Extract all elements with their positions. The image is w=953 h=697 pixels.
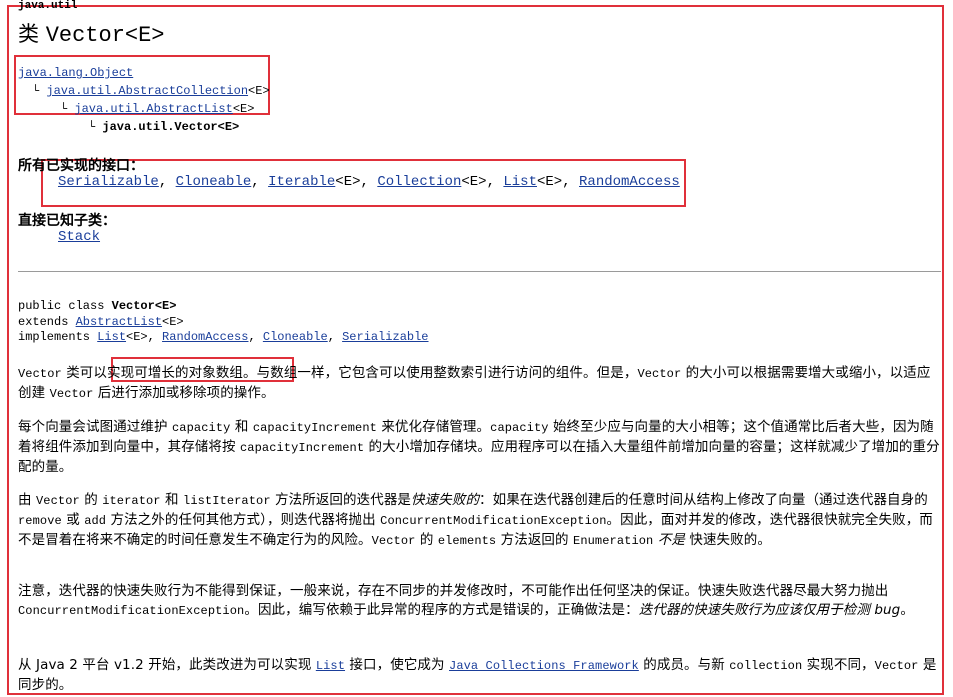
section-divider <box>18 271 941 272</box>
description-paragraph-3: 由 Vector 的 iterator 和 listIterator 方法所返回… <box>18 492 933 548</box>
class-title-prefix: 类 <box>18 22 39 46</box>
hierarchy-item-object: java.lang.Object <box>18 66 133 80</box>
interface-link-iterable[interactable]: Iterable <box>268 174 335 190</box>
signature-line-extends: extends AbstractList<E> <box>18 315 184 329</box>
interface-link-collection[interactable]: Collection <box>377 174 461 190</box>
interface-link-randomaccess[interactable]: RandomAccess <box>579 174 680 190</box>
signature-line-class: public class Vector<E> <box>18 299 177 313</box>
hierarchy-current-class: java.util.Vector<E> <box>102 120 240 134</box>
hierarchy-item-vector: └ java.util.Vector<E> <box>88 120 239 134</box>
signature-link-serializable[interactable]: Serializable <box>342 330 428 344</box>
tree-elbow-icon: └ <box>88 120 96 134</box>
hierarchy-generic: <E> <box>232 102 255 116</box>
link-list[interactable]: List <box>316 659 345 673</box>
hierarchy-link-abstractcollection[interactable]: java.util.AbstractCollection <box>46 84 248 98</box>
hierarchy-item-abstractcollection: └ java.util.AbstractCollection<E> <box>32 84 270 98</box>
description-paragraph-2: 每个向量会试图通过维护 capacity 和 capacityIncrement… <box>18 419 940 475</box>
subclasses-label: 直接已知子类： <box>18 213 116 229</box>
signature-link-list[interactable]: List <box>97 330 126 344</box>
interface-link-cloneable[interactable]: Cloneable <box>176 174 252 190</box>
package-name: java.util <box>18 0 78 12</box>
signature-link-cloneable[interactable]: Cloneable <box>263 330 328 344</box>
hierarchy-generic: <E> <box>248 84 270 98</box>
tree-elbow-icon: └ <box>32 84 40 98</box>
signature-line-implements: implements List<E>, RandomAccess, Clonea… <box>18 330 429 344</box>
hierarchy-link-object[interactable]: java.lang.Object <box>18 66 133 80</box>
highlighted-text: 实现可增长的对象数组。 <box>107 365 257 381</box>
tree-elbow-icon: └ <box>60 102 68 116</box>
interface-link-serializable[interactable]: Serializable <box>58 174 159 190</box>
subclasses-list: Stack <box>58 229 100 245</box>
page-title: 类 Vector<E> <box>18 18 165 48</box>
subclass-link-stack[interactable]: Stack <box>58 229 100 245</box>
signature-link-abstractlist[interactable]: AbstractList <box>76 315 162 329</box>
interfaces-label: 所有已实现的接口： <box>18 158 144 174</box>
class-title-name: Vector<E> <box>45 23 165 48</box>
description-paragraph-1: Vector 类可以实现可增长的对象数组。与数组一样，它包含可以使用整数索引进行… <box>18 365 931 401</box>
signature-class-name: Vector<E> <box>111 299 177 313</box>
interfaces-list: Serializable, Cloneable, Iterable<E>, Co… <box>58 174 680 190</box>
link-java-collections-framework[interactable]: Java Collections Framework <box>449 659 639 673</box>
description-paragraph-4: 注意，迭代器的快速失败行为不能得到保证，一般来说，存在不同步的并发修改时，不可能… <box>18 583 914 618</box>
interface-link-list[interactable]: List <box>503 174 537 190</box>
hierarchy-item-abstractlist: └ java.util.AbstractList<E> <box>60 102 254 116</box>
description-paragraph-5: 从 Java 2 平台 v1.2 开始，此类改进为可以实现 List 接口，使它… <box>18 657 937 693</box>
signature-link-randomaccess[interactable]: RandomAccess <box>162 330 248 344</box>
hierarchy-link-abstractlist[interactable]: java.util.AbstractList <box>74 102 232 116</box>
